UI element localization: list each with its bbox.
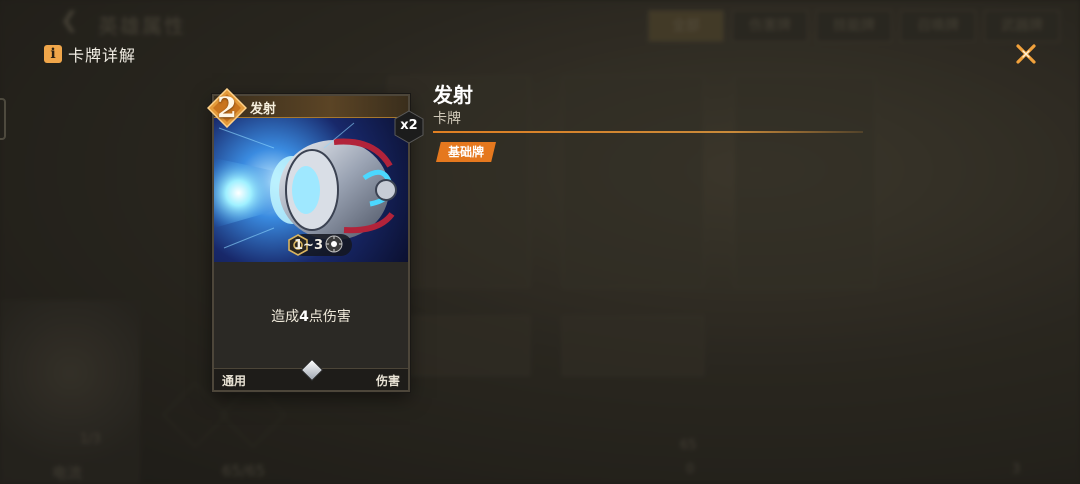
close-x-icon: [1016, 44, 1036, 64]
cost-badge: 2: [206, 87, 248, 129]
description-value: 4: [299, 309, 309, 325]
target-icon: [325, 235, 343, 253]
card-count: x2: [400, 118, 418, 133]
info-card-type: 卡牌: [433, 111, 461, 127]
rarity-gem-icon: [300, 358, 324, 382]
card-footer: 通用 伤害: [214, 358, 408, 390]
dialog-header: i 卡牌详解: [44, 42, 136, 66]
dialog-title: 卡牌详解: [68, 46, 137, 65]
card-tag-badge: 基础牌: [436, 142, 496, 162]
close-button[interactable]: [1012, 40, 1040, 68]
range-value: 1~3: [294, 238, 323, 253]
card-class-label: 通用: [222, 374, 247, 388]
description-suffix: 点伤害: [308, 309, 351, 325]
card-description: 造成4点伤害: [214, 306, 408, 326]
info-icon: i: [44, 45, 62, 63]
dialog-overlay: [0, 0, 1080, 484]
description-prefix: 造成: [271, 309, 300, 325]
card-category-label: 伤害: [375, 374, 400, 388]
info-divider: [433, 131, 863, 133]
info-card-name: 发射: [433, 83, 473, 107]
cost-value: 2: [217, 91, 237, 124]
card-preview: 发射 1~3 造成4点伤害 通用 伤害: [212, 94, 410, 392]
card-name: 发射: [250, 102, 277, 117]
